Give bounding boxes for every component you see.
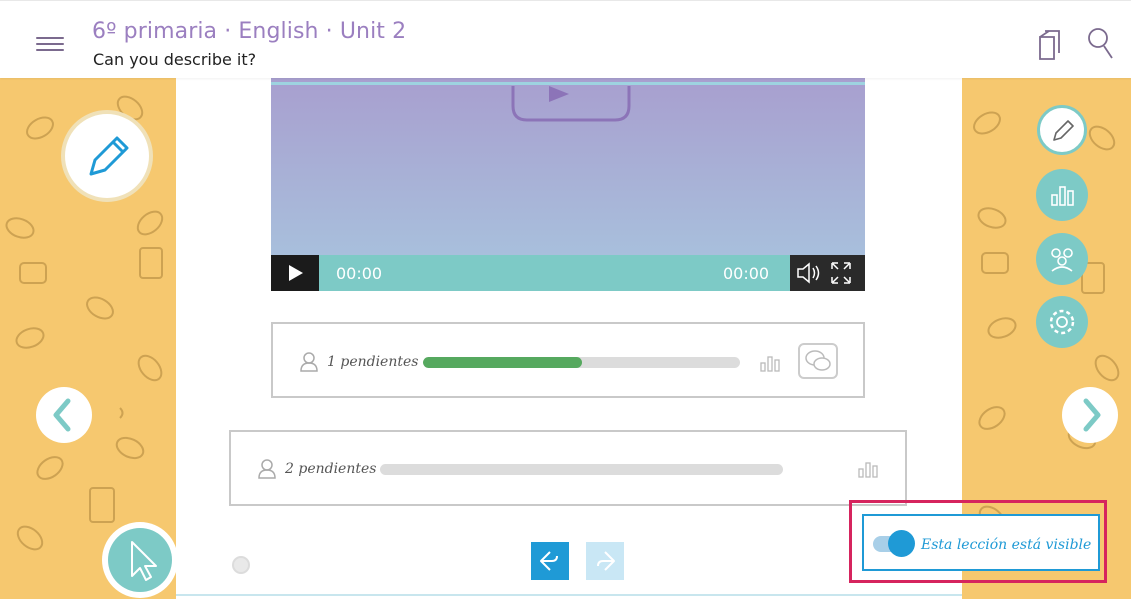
video-thumbnail-icon: [511, 86, 631, 122]
bottom-divider: [176, 594, 962, 596]
undo-button[interactable]: [531, 542, 569, 580]
current-time: 00:00: [336, 264, 383, 283]
settings-button[interactable]: [1036, 296, 1088, 348]
cursor-tool-button[interactable]: [102, 522, 178, 598]
pending-count: 2 pendientes: [285, 461, 377, 477]
chevron-right-icon: [1083, 398, 1101, 432]
stats-button[interactable]: [1036, 169, 1088, 221]
hamburger-icon[interactable]: [36, 36, 64, 52]
pending-count: 1 pendientes: [327, 354, 419, 370]
edit-tool-button[interactable]: [1037, 105, 1087, 155]
visibility-label: Esta lección está visible: [921, 537, 1092, 553]
play-button[interactable]: [271, 255, 319, 291]
comments-button[interactable]: [798, 343, 838, 379]
course-title: 6º primaria · English · Unit 2: [92, 19, 407, 44]
progress-fill: [423, 357, 582, 368]
bar-chart-icon[interactable]: [858, 460, 880, 478]
radio-dot[interactable]: [232, 556, 250, 574]
bar-chart-icon[interactable]: [760, 354, 782, 372]
pencil-icon: [89, 136, 129, 176]
user-icon: [300, 352, 318, 372]
cursor-tool-inner: [108, 528, 172, 592]
progress-bar: [423, 357, 740, 368]
app-header: 6º primaria · English · Unit 2 Can you d…: [0, 0, 1131, 78]
toggle-knob[interactable]: [888, 530, 915, 557]
next-button[interactable]: [1062, 387, 1118, 443]
chat-icon: [805, 350, 831, 371]
volume-fullscreen-controls: [790, 255, 865, 291]
groups-button[interactable]: [1036, 233, 1088, 285]
duration-time: 00:00: [723, 264, 770, 283]
group-icon: [1051, 248, 1073, 272]
chevron-left-icon: [53, 398, 71, 432]
cursor-icon: [131, 541, 157, 581]
video-screen[interactable]: [271, 78, 865, 255]
redo-button[interactable]: [586, 542, 624, 580]
visibility-toggle[interactable]: Esta lección está visible: [862, 514, 1100, 571]
progress-bar: [380, 464, 783, 475]
copy-icon[interactable]: [1035, 25, 1067, 63]
redo-icon: [597, 551, 615, 571]
user-icon: [258, 459, 276, 479]
pencil-icon: [1053, 120, 1074, 141]
undo-icon: [540, 551, 558, 571]
previous-button[interactable]: [36, 387, 92, 443]
bar-chart-icon: [1051, 186, 1074, 206]
edit-button[interactable]: [61, 110, 153, 202]
gear-icon: [1049, 309, 1075, 335]
lesson-title: Can you describe it?: [93, 50, 257, 69]
fullscreen-icon[interactable]: [828, 255, 858, 291]
search-icon[interactable]: [1085, 25, 1117, 63]
